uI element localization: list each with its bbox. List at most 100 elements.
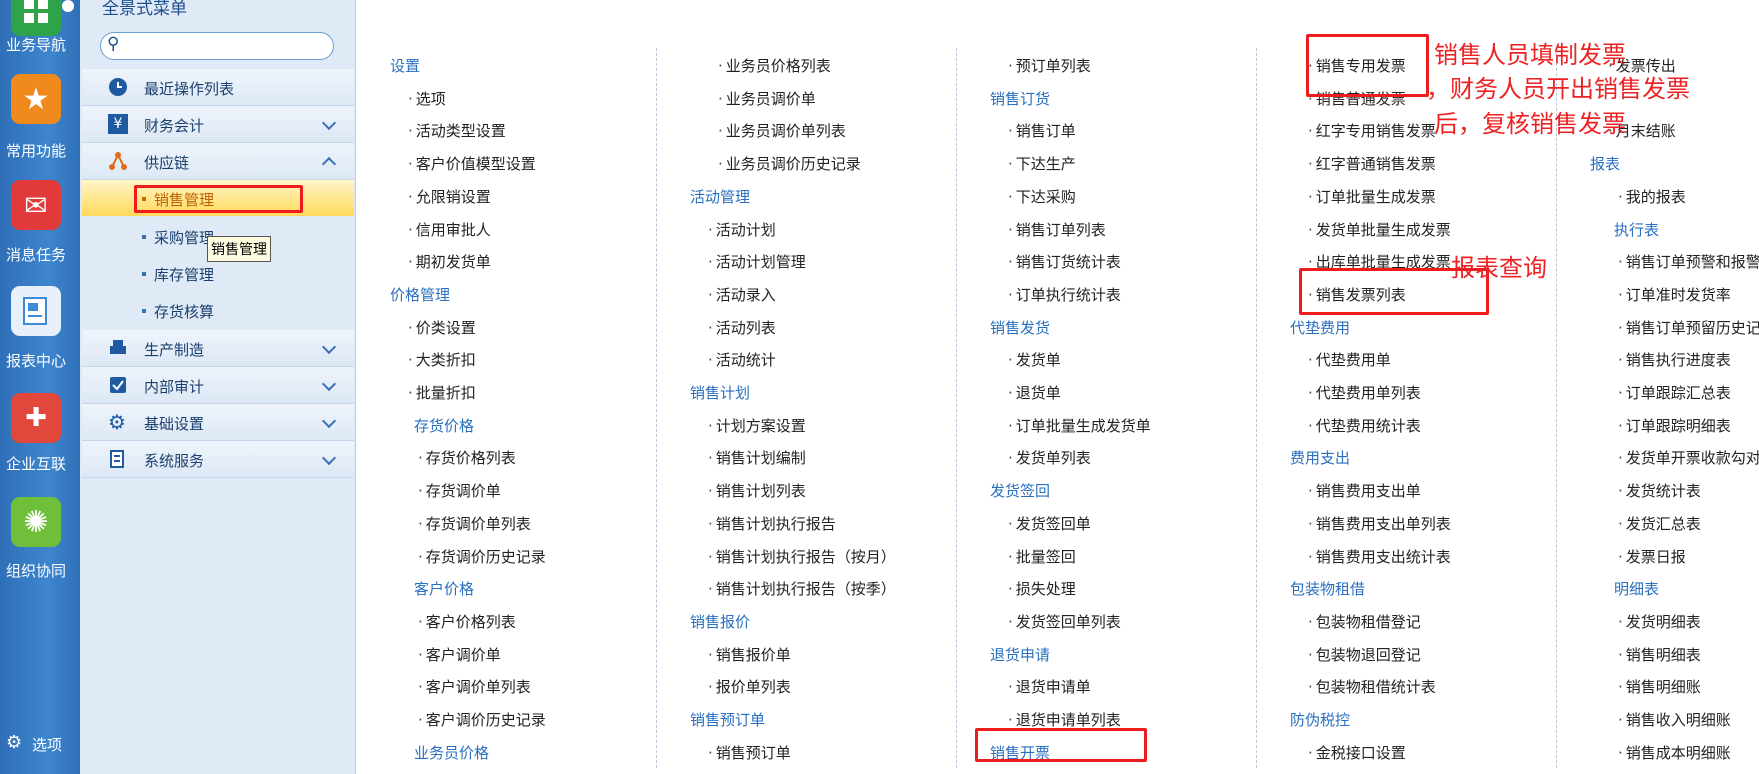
menu-item[interactable]: 我的报表 (1618, 186, 1686, 207)
tree-sales-management[interactable]: 销售管理 (82, 180, 354, 216)
menu-item[interactable]: 活动计划 (708, 219, 776, 240)
menu-item[interactable]: 发货单开票收款勾对表 (1618, 447, 1759, 468)
menu-item[interactable]: 退货申请单列表 (1008, 709, 1121, 730)
menu-item[interactable]: 红字专用销售发票 (1308, 120, 1436, 141)
menu-group-header[interactable]: 发货签回 (990, 480, 1050, 501)
menu-item[interactable]: 销售发票列表 (1308, 284, 1406, 305)
menu-item[interactable]: 退货单 (1008, 382, 1061, 403)
menu-item[interactable]: 红字普通销售发票 (1308, 153, 1436, 174)
menu-item[interactable]: 存货调价历史记录 (418, 546, 546, 567)
tree-system-services[interactable]: 系统服务 (82, 441, 354, 478)
menu-item[interactable]: 销售订单预留历史记录 (1618, 317, 1759, 338)
tree-recent[interactable]: 最近操作列表 (82, 69, 354, 106)
chevron-down-icon[interactable] (62, 0, 74, 12)
menu-item[interactable]: 金税接口设置 (1308, 742, 1406, 763)
menu-item[interactable]: 销售订货统计表 (1008, 251, 1121, 272)
menu-item[interactable]: 客户价格列表 (418, 611, 516, 632)
menu-group-header[interactable]: 包装物租借 (1290, 578, 1365, 599)
menu-item[interactable]: 大类折扣 (408, 349, 476, 370)
rail-options[interactable]: ⚙ 选项 (0, 732, 80, 754)
menu-item[interactable]: 销售专用发票 (1308, 55, 1406, 76)
menu-item[interactable]: 包装物退回登记 (1308, 644, 1421, 665)
tree-production[interactable]: 生产制造 (82, 330, 354, 367)
menu-item[interactable]: 销售计划执行报告（按季） (708, 578, 896, 599)
menu-item[interactable]: 代垫费用统计表 (1308, 415, 1421, 436)
menu-item[interactable]: 价类设置 (408, 317, 476, 338)
menu-group-header[interactable]: 销售预订单 (690, 709, 765, 730)
menu-item[interactable]: 销售计划编制 (708, 447, 806, 468)
menu-item[interactable]: 活动统计 (708, 349, 776, 370)
menu-item[interactable]: 选项 (408, 88, 446, 109)
menu-item[interactable]: 客户调价历史记录 (418, 709, 546, 730)
menu-item[interactable]: 销售计划执行报告 (708, 513, 836, 534)
menu-item[interactable]: 活动类型设置 (408, 120, 506, 141)
menu-item[interactable]: 期初发货单 (408, 251, 491, 272)
menu-group-header[interactable]: 销售开票 (990, 742, 1050, 763)
menu-item[interactable]: 销售订单预警和报警 (1618, 251, 1759, 272)
menu-item[interactable]: 销售订单列表 (1008, 219, 1106, 240)
menu-group-header[interactable]: 销售订货 (990, 88, 1050, 109)
menu-group-header[interactable]: 业务员价格 (414, 742, 489, 763)
menu-item[interactable]: 销售费用支出统计表 (1308, 546, 1451, 567)
menu-group-header[interactable]: 活动管理 (690, 186, 750, 207)
menu-item[interactable]: 活动录入 (708, 284, 776, 305)
menu-item[interactable]: 批量折扣 (408, 382, 476, 403)
menu-group-header[interactable]: 代垫费用 (1290, 317, 1350, 338)
tree-finance[interactable]: ¥ 财务会计 (82, 106, 354, 143)
menu-item[interactable]: 活动列表 (708, 317, 776, 338)
menu-item[interactable]: 发货单列表 (1008, 447, 1091, 468)
menu-item[interactable]: 活动计划管理 (708, 251, 806, 272)
menu-group-header[interactable]: 执行表 (1614, 219, 1659, 240)
menu-item[interactable]: 发货签回单 (1008, 513, 1091, 534)
menu-item[interactable]: 业务员调价单 (718, 88, 816, 109)
menu-item[interactable]: 销售成本明细账 (1618, 742, 1731, 763)
menu-item[interactable]: 销售计划执行报告（按月） (708, 546, 896, 567)
menu-group-header[interactable]: 费用支出 (1290, 447, 1350, 468)
search-box[interactable]: ⚲ (100, 32, 334, 60)
menu-item[interactable]: 订单批量生成发货单 (1008, 415, 1151, 436)
menu-item[interactable]: 存货价格列表 (418, 447, 516, 468)
menu-group-header[interactable]: 报表 (1590, 153, 1620, 174)
menu-item[interactable]: 业务员价格列表 (718, 55, 831, 76)
menu-item[interactable]: 订单准时发货率 (1618, 284, 1731, 305)
menu-item[interactable]: 客户价值模型设置 (408, 153, 536, 174)
menu-item[interactable]: 发票日报 (1618, 546, 1686, 567)
menu-item[interactable]: 客户调价单 (418, 644, 501, 665)
menu-item[interactable]: 销售明细账 (1618, 676, 1701, 697)
menu-item[interactable]: 订单跟踪明细表 (1618, 415, 1731, 436)
menu-item[interactable]: 业务员调价单列表 (718, 120, 846, 141)
menu-item[interactable]: 订单跟踪汇总表 (1618, 382, 1731, 403)
menu-group-header[interactable]: 价格管理 (390, 284, 450, 305)
menu-item[interactable]: 销售计划列表 (708, 480, 806, 501)
menu-item[interactable]: 下达采购 (1008, 186, 1076, 207)
menu-group-header[interactable]: 存货价格 (414, 415, 474, 436)
menu-item[interactable]: 损失处理 (1008, 578, 1076, 599)
menu-item[interactable]: 发货明细表 (1618, 611, 1701, 632)
menu-item[interactable]: 发货统计表 (1618, 480, 1701, 501)
menu-item[interactable]: 发货签回单列表 (1008, 611, 1121, 632)
menu-group-header[interactable]: 防伪税控 (1290, 709, 1350, 730)
menu-item[interactable]: 包装物租借登记 (1308, 611, 1421, 632)
menu-item[interactable]: 销售预订单 (708, 742, 791, 763)
menu-item[interactable]: 信用审批人 (408, 219, 491, 240)
menu-item[interactable]: 预订单列表 (1008, 55, 1091, 76)
menu-group-header[interactable]: 销售发货 (990, 317, 1050, 338)
menu-item[interactable]: 销售费用支出单列表 (1308, 513, 1451, 534)
menu-item[interactable]: 计划方案设置 (708, 415, 806, 436)
menu-item[interactable]: 订单执行统计表 (1008, 284, 1121, 305)
menu-item[interactable]: 销售明细表 (1618, 644, 1701, 665)
menu-item[interactable]: 发货汇总表 (1618, 513, 1701, 534)
menu-item[interactable]: 销售报价单 (708, 644, 791, 665)
menu-item[interactable]: 代垫费用单列表 (1308, 382, 1421, 403)
menu-item[interactable]: 订单批量生成发票 (1308, 186, 1436, 207)
menu-item[interactable]: 退货申请单 (1008, 676, 1091, 697)
menu-group-header[interactable]: 明细表 (1614, 578, 1659, 599)
menu-item[interactable]: 销售订单 (1008, 120, 1076, 141)
menu-item[interactable]: 存货调价单 (418, 480, 501, 501)
menu-item[interactable]: 下达生产 (1008, 153, 1076, 174)
menu-item[interactable]: 客户调价单列表 (418, 676, 531, 697)
tree-basic-settings[interactable]: ⚙ 基础设置 (82, 404, 354, 441)
menu-item[interactable]: 允限销设置 (408, 186, 491, 207)
tree-stock-accounting[interactable]: 存货核算 (82, 292, 354, 328)
tree-supply-chain[interactable]: 供应链 (82, 143, 354, 180)
